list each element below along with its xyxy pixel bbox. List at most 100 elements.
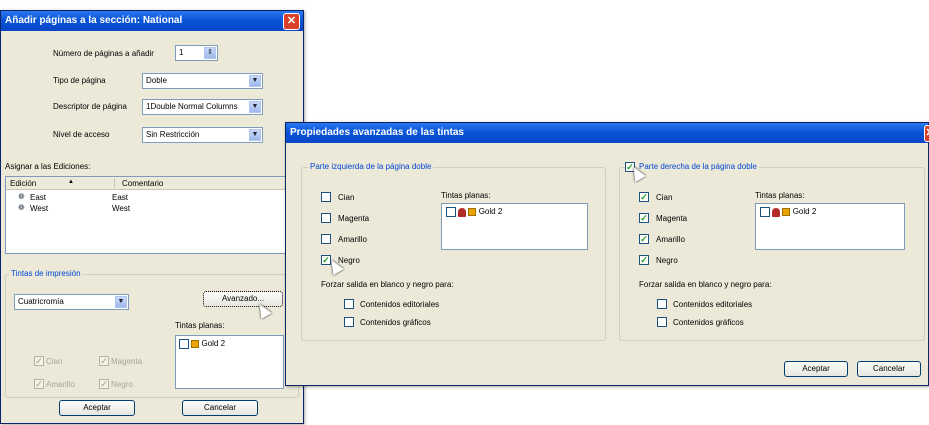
right-magenta-checkbox[interactable]: ✓ xyxy=(639,213,649,223)
right-spot-list[interactable]: Gold 2 xyxy=(755,203,905,250)
spot-inks-label: Tintas planas: xyxy=(175,321,225,330)
spot-ink-name: Gold 2 xyxy=(792,207,817,217)
right-yellow-checkbox[interactable]: ✓ xyxy=(639,234,649,244)
list-item[interactable]: ❁ East East xyxy=(16,192,216,203)
right-cyan-checkbox[interactable]: ✓ xyxy=(639,192,649,202)
color-swatch-icon xyxy=(191,340,200,348)
cancel-button[interactable]: Cancelar xyxy=(182,400,258,416)
right-yellow-label: Amarillo xyxy=(656,235,685,244)
cancel-button[interactable]: Cancelar xyxy=(857,361,921,377)
chevron-down-icon[interactable]: ▼ xyxy=(249,129,261,141)
close-button[interactable]: ✕ xyxy=(924,125,929,142)
col-edition[interactable]: Edición xyxy=(10,179,36,188)
list-item[interactable]: Gold 2 xyxy=(446,207,502,217)
left-editorial-label: Contenidos editoriales xyxy=(360,300,440,309)
add-pages-dialog: Añadir páginas a la sección: National ✕ … xyxy=(0,10,304,424)
right-graphics-checkbox[interactable] xyxy=(657,317,667,327)
num-pages-input[interactable]: 1 ⇕ xyxy=(175,45,218,61)
magenta-checkbox[interactable]: ✓ xyxy=(99,356,109,366)
edition-comment: East xyxy=(112,193,129,202)
ok-button[interactable]: Aceptar xyxy=(59,400,135,416)
spot-checkbox[interactable] xyxy=(179,339,189,349)
black-label: Negro xyxy=(111,380,133,389)
chevron-down-icon[interactable]: ▼ xyxy=(249,75,261,87)
left-magenta-label: Magenta xyxy=(338,214,370,223)
inks-mode-value: Cuatricromía xyxy=(18,297,64,306)
cyan-label: Cian xyxy=(46,357,63,366)
descriptor-label: Descriptor de página xyxy=(53,102,127,111)
left-graphics-checkbox[interactable] xyxy=(344,317,354,327)
edition-comment: West xyxy=(112,204,131,213)
editions-header: Edición ▲ Comentario xyxy=(6,177,299,190)
ink-drop-icon xyxy=(772,207,781,217)
access-value: Sin Restricción xyxy=(146,130,200,139)
col-comment[interactable]: Comentario xyxy=(122,179,163,188)
yellow-checkbox[interactable]: ✓ xyxy=(34,379,44,389)
yellow-label: Amarillo xyxy=(46,380,75,389)
assign-label: Asignar a las Ediciones: xyxy=(5,162,91,171)
right-editorial-label: Contenidos editoriales xyxy=(673,300,753,309)
list-item[interactable]: Gold 2 xyxy=(760,207,816,217)
magenta-label: Magenta xyxy=(111,357,143,366)
num-pages-label: Número de páginas a añadir xyxy=(53,49,154,58)
ok-label: Aceptar xyxy=(83,403,111,412)
right-cyan-label: Cian xyxy=(656,193,673,202)
editions-list[interactable]: Edición ▲ Comentario ❁ East East ❁ West … xyxy=(5,176,300,254)
left-cyan-label: Cian xyxy=(338,193,355,202)
list-item[interactable]: ❁ West West xyxy=(16,203,216,214)
descriptor-select[interactable]: 1Double Normal Columns ▼ xyxy=(142,99,263,115)
advanced-label: Avanzado... xyxy=(221,294,265,303)
page-type-select[interactable]: Doble ▼ xyxy=(142,73,263,89)
color-swatch-icon xyxy=(468,208,477,216)
list-item[interactable]: Gold 2 xyxy=(179,339,225,349)
col-separator xyxy=(114,178,115,188)
ok-button[interactable]: Aceptar xyxy=(784,361,848,377)
advanced-inks-dialog: Propiedades avanzadas de las tintas ✕ Pa… xyxy=(285,122,929,386)
right-magenta-label: Magenta xyxy=(656,214,688,223)
left-cyan-checkbox[interactable] xyxy=(321,192,331,202)
right-page-group-label: Parte derecha de la página doble xyxy=(637,162,759,171)
right-graphics-label: Contenidos gráficos xyxy=(673,318,744,327)
chevron-down-icon[interactable]: ▼ xyxy=(249,101,261,113)
chevron-down-icon[interactable]: ▼ xyxy=(115,296,127,308)
right-editorial-checkbox[interactable] xyxy=(657,299,667,309)
close-button[interactable]: ✕ xyxy=(283,13,300,30)
left-graphics-label: Contenidos gráficos xyxy=(360,318,431,327)
left-spot-list[interactable]: Gold 2 xyxy=(441,203,588,250)
left-magenta-checkbox[interactable] xyxy=(321,213,331,223)
edition-name: East xyxy=(30,193,47,202)
black-checkbox[interactable]: ✓ xyxy=(99,379,109,389)
num-pages-value: 1 xyxy=(179,48,184,57)
right-bw-label: Forzar salida en blanco y negro para: xyxy=(639,280,772,289)
right-black-checkbox[interactable]: ✓ xyxy=(639,255,649,265)
spinner-icon[interactable]: ⇕ xyxy=(204,47,216,59)
left-yellow-label: Amarillo xyxy=(338,235,367,244)
add-pages-title: Añadir páginas a la sección: National xyxy=(1,11,303,31)
spot-ink-name: Gold 2 xyxy=(201,339,226,349)
access-select[interactable]: Sin Restricción ▼ xyxy=(142,127,263,143)
spot-ink-name: Gold 2 xyxy=(478,207,503,217)
spot-checkbox[interactable] xyxy=(446,207,456,217)
descriptor-value: 1Double Normal Columns xyxy=(146,102,238,111)
advanced-button[interactable]: Avanzado... xyxy=(203,291,283,307)
sort-up-icon: ▲ xyxy=(68,179,74,185)
left-spot-label: Tintas planas: xyxy=(441,191,491,200)
right-spot-label: Tintas planas: xyxy=(755,191,805,200)
spot-checkbox[interactable] xyxy=(760,207,770,217)
left-editorial-checkbox[interactable] xyxy=(344,299,354,309)
cyan-checkbox[interactable]: ✓ xyxy=(34,356,44,366)
edition-icon: ❁ xyxy=(18,192,25,201)
spot-inks-list[interactable]: Gold 2 xyxy=(175,335,284,389)
edition-name: West xyxy=(30,204,49,213)
left-yellow-checkbox[interactable] xyxy=(321,234,331,244)
inks-group-label: Tintas de impresión xyxy=(9,269,83,278)
left-page-group-label: Parte izquierda de la página doble xyxy=(308,162,434,171)
edition-icon: ❁ xyxy=(18,203,25,212)
ok-label: Aceptar xyxy=(802,364,830,373)
advanced-inks-title: Propiedades avanzadas de las tintas xyxy=(286,123,928,143)
access-label: Nivel de acceso xyxy=(53,130,110,139)
inks-mode-select[interactable]: Cuatricromía ▼ xyxy=(14,294,129,310)
ink-drop-icon xyxy=(458,207,467,217)
page-type-value: Doble xyxy=(146,76,167,85)
right-black-label: Negro xyxy=(656,256,678,265)
